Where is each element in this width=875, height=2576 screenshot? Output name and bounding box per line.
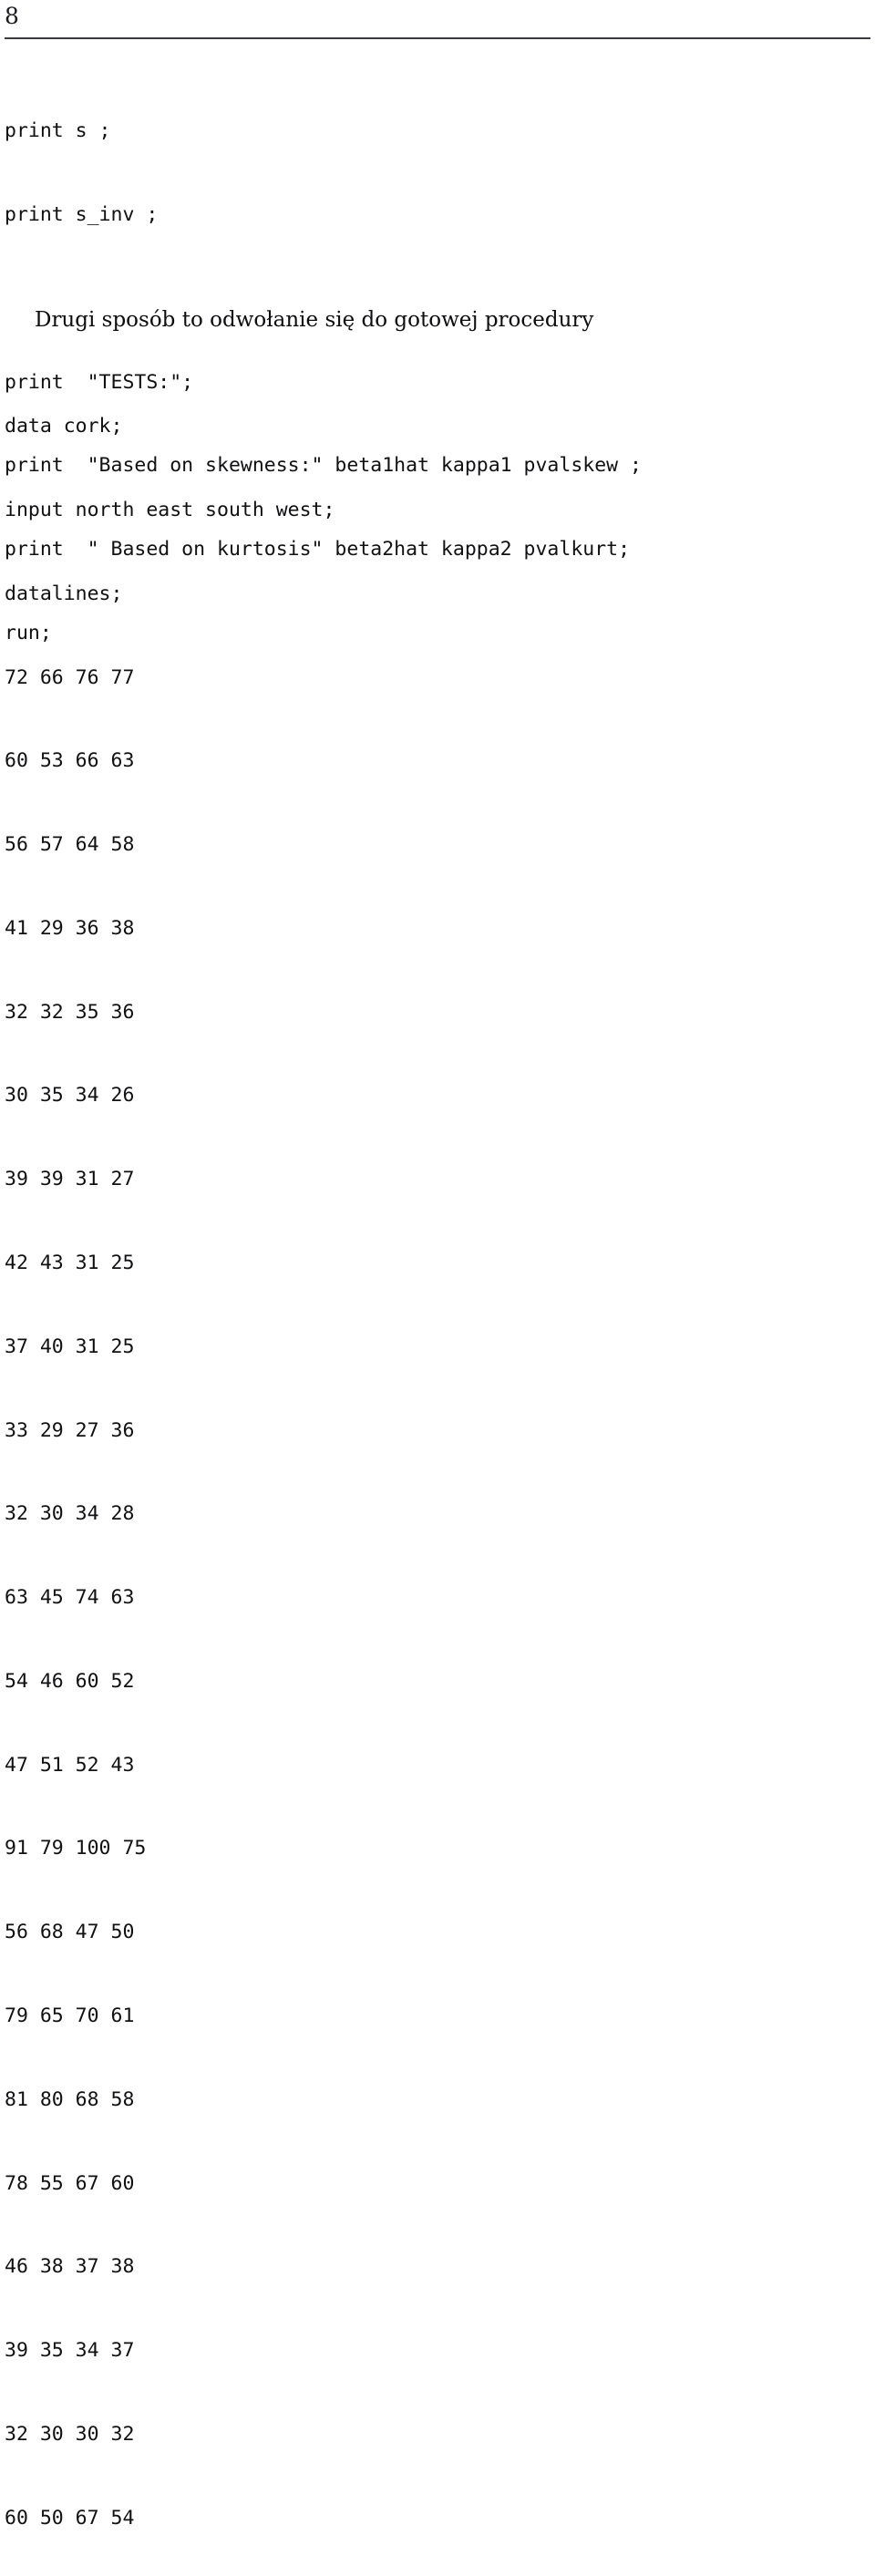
code-line: data cork; [5,415,123,438]
code-line: 79 65 70 61 [5,2004,135,2028]
code-line: input north east south west; [5,498,335,521]
header-rule-divider [5,37,870,39]
body-paragraph: Drugi sposób to odwołanie się do gotowej… [35,308,594,332]
code-line: 47 51 52 43 [5,1753,135,1777]
code-line: print s_inv ; [5,202,159,226]
code-line: 32 32 35 36 [5,1000,135,1024]
code-line: 60 53 66 63 [5,749,135,773]
code-line: 63 45 74 63 [5,1586,135,1610]
code-line: 78 55 67 60 [5,2171,135,2195]
code-line: 32 30 34 28 [5,1502,135,1526]
code-line: 56 57 64 58 [5,833,135,857]
code-line: 39 35 34 37 [5,2339,135,2363]
code-block-data-step: data cork; input north east south west; … [5,357,335,2576]
code-line: print s ; [5,119,111,143]
code-line: 54 46 60 52 [5,1669,135,1693]
code-line: datalines; [5,582,123,605]
code-line: 41 29 36 38 [5,916,135,940]
code-line: 81 80 68 58 [5,2087,135,2111]
code-line: 46 38 37 38 [5,2255,135,2279]
code-line: 60 50 67 54 [5,2506,135,2530]
code-line: 32 30 30 32 [5,2422,135,2446]
page-header: 8 [5,4,870,44]
document-page: 8 print s ; print s_inv ; print "TESTS:"… [0,0,875,2530]
code-line: 33 29 27 36 [5,1418,135,1442]
code-line: 91 79 100 75 [5,1837,147,1860]
code-line: 30 35 34 26 [5,1084,135,1108]
code-line: 42 43 31 25 [5,1252,135,1274]
code-line: 37 40 31 25 [5,1334,135,1358]
code-line: 72 66 76 77 [5,665,135,689]
code-line: 39 39 31 27 [5,1168,135,1191]
code-line: 56 68 47 50 [5,1921,135,1944]
page-number: 8 [5,3,19,29]
